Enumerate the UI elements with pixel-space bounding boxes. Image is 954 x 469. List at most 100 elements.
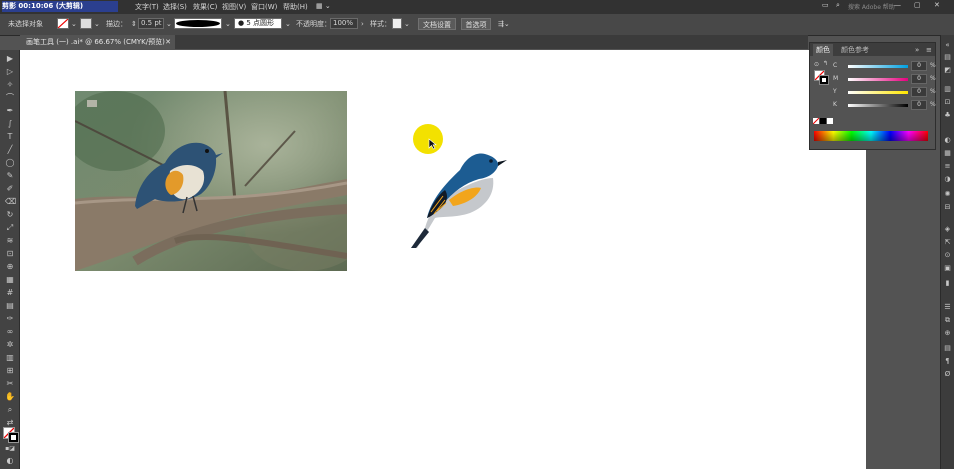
magic-wand-tool-icon[interactable]: ✧ bbox=[5, 80, 15, 90]
dock-navigator-icon[interactable]: ⊕ bbox=[943, 329, 952, 338]
symbol-sprayer-tool-icon[interactable]: ✲ bbox=[5, 340, 15, 350]
dock-gradient-icon[interactable]: ◑ bbox=[943, 175, 952, 184]
stroke-stepper-icon[interactable]: ⇕ bbox=[131, 18, 137, 30]
dock-swatches-icon[interactable]: ▦ bbox=[943, 149, 952, 158]
panel-menu-icon[interactable]: ≡ bbox=[923, 44, 935, 56]
dock-character-icon[interactable]: ▤ bbox=[943, 344, 952, 353]
shape-builder-tool-icon[interactable]: ⊕ bbox=[5, 262, 15, 272]
color-spectrum[interactable] bbox=[814, 131, 928, 141]
draw-mode-icon[interactable]: ◐ bbox=[5, 456, 15, 466]
rotate-tool-icon[interactable]: ↻ bbox=[5, 210, 15, 220]
white-swatch[interactable] bbox=[827, 118, 833, 124]
artboard-tool-icon[interactable]: ⊞ bbox=[5, 366, 15, 376]
minimize-icon[interactable]: — bbox=[894, 1, 901, 9]
default-colors-icon[interactable]: ⊙ bbox=[814, 61, 819, 68]
shaper-tool-icon[interactable]: ✐ bbox=[5, 184, 15, 194]
cyan-value-field[interactable]: 0 bbox=[911, 61, 927, 71]
fill-dropdown-icon[interactable]: ⌄ bbox=[71, 18, 77, 30]
menu-select[interactable]: 选择(S) bbox=[163, 2, 187, 12]
opacity-label[interactable]: 不透明度： bbox=[296, 18, 331, 30]
perspective-grid-tool-icon[interactable]: ▦ bbox=[5, 275, 15, 285]
menu-text[interactable]: 文字(T) bbox=[135, 2, 159, 12]
stroke-weight-field[interactable]: 0.5 pt bbox=[138, 18, 164, 29]
brush-dropdown-icon[interactable]: ⌄ bbox=[285, 18, 291, 30]
eraser-tool-icon[interactable]: ⌫ bbox=[5, 197, 16, 207]
dock-links-icon[interactable]: ⊙ bbox=[943, 251, 952, 260]
pen-tool-icon[interactable]: ✒ bbox=[5, 106, 15, 116]
paintbrush-tool-icon[interactable]: ✎ bbox=[5, 171, 15, 181]
free-transform-tool-icon[interactable]: ⊡ bbox=[5, 249, 15, 259]
black-swatch[interactable] bbox=[820, 118, 826, 124]
black-track[interactable] bbox=[848, 104, 908, 107]
profile-dropdown-icon[interactable]: ⌄ bbox=[225, 18, 231, 30]
dock-collapse-icon[interactable]: « bbox=[943, 41, 952, 50]
selection-tool-icon[interactable]: ▶ bbox=[5, 54, 15, 64]
menu-view[interactable]: 视图(V) bbox=[222, 2, 246, 12]
cyan-track[interactable] bbox=[848, 65, 908, 68]
lasso-tool-icon[interactable]: ⌒ bbox=[5, 93, 15, 103]
brush-definition[interactable]: ● 5 点圆形 bbox=[234, 18, 282, 29]
document-tab[interactable]: 画笔工具 (一) .ai* @ 66.67% (CMYK/预览) ✕ bbox=[20, 35, 175, 49]
dock-brushes-icon[interactable]: ⊟ bbox=[943, 203, 952, 212]
dock-transform-icon[interactable]: ⊡ bbox=[943, 98, 952, 107]
dock-appearance-icon[interactable]: ✺ bbox=[943, 190, 952, 199]
curvature-tool-icon[interactable]: ∫ bbox=[5, 119, 15, 129]
color-mode-icons[interactable]: ▪◪ bbox=[5, 444, 15, 454]
variable-width-profile[interactable] bbox=[174, 18, 222, 29]
yellow-track[interactable] bbox=[848, 91, 908, 94]
magenta-track[interactable] bbox=[848, 78, 908, 81]
tab-color[interactable]: 颜色 bbox=[813, 44, 833, 56]
search-icon[interactable]: ⌕ bbox=[836, 1, 840, 10]
menu-window[interactable]: 窗口(W) bbox=[251, 2, 277, 12]
none-swatch[interactable] bbox=[813, 118, 819, 124]
ellipse-tool-icon[interactable]: ◯ bbox=[5, 158, 15, 168]
stroke-dropdown-icon[interactable]: ⌄ bbox=[94, 18, 100, 30]
panel-collapse-icon[interactable]: » bbox=[912, 44, 922, 56]
stroke-color-box[interactable] bbox=[8, 432, 19, 443]
dock-export-icon[interactable]: ⇱ bbox=[943, 238, 952, 247]
dock-symbols-icon[interactable]: ♣ bbox=[943, 111, 952, 120]
blend-tool-icon[interactable]: ∞ bbox=[5, 327, 15, 337]
dock-info-icon[interactable]: ▥ bbox=[943, 85, 952, 94]
dock-properties-icon[interactable]: ▤ bbox=[943, 53, 952, 62]
graph-tool-icon[interactable]: ▥ bbox=[5, 353, 15, 363]
preferences-button[interactable]: 首选项 bbox=[461, 18, 491, 30]
fill-swatch[interactable] bbox=[57, 18, 69, 29]
eyedropper-tool-icon[interactable]: ✑ bbox=[5, 314, 15, 324]
magenta-value-field[interactable]: 0 bbox=[911, 74, 927, 84]
hand-tool-icon[interactable]: ✋ bbox=[5, 392, 15, 402]
help-search-input[interactable]: 搜索 Adobe 帮助 bbox=[848, 2, 895, 11]
dock-asset-icon[interactable]: ▣ bbox=[943, 264, 952, 273]
opacity-dropdown-icon[interactable]: › bbox=[361, 18, 364, 30]
mesh-tool-icon[interactable]: # bbox=[5, 288, 15, 298]
dock-layers-icon[interactable]: ◈ bbox=[943, 225, 952, 234]
slice-tool-icon[interactable]: ✂ bbox=[5, 379, 15, 389]
arrange-docs-icon[interactable]: ▭ bbox=[822, 1, 829, 9]
menu-effect[interactable]: 效果(C) bbox=[193, 2, 217, 12]
direct-selection-tool-icon[interactable]: ▷ bbox=[5, 67, 15, 77]
gradient-tool-icon[interactable]: ▤ bbox=[5, 301, 15, 311]
tab-color-guide[interactable]: 颜色参考 bbox=[838, 44, 872, 56]
graphic-style-swatch[interactable] bbox=[392, 18, 402, 29]
dock-color-icon[interactable]: ◐ bbox=[943, 136, 952, 145]
document-setup-button[interactable]: 文档设置 bbox=[418, 18, 456, 30]
dock-pathfinder-icon[interactable]: ⧉ bbox=[943, 316, 952, 325]
scale-tool-icon[interactable]: ⤢ bbox=[5, 223, 15, 233]
stroke-swatch[interactable] bbox=[80, 18, 92, 29]
line-tool-icon[interactable]: ╱ bbox=[5, 145, 15, 155]
close-tab-icon[interactable]: ✕ bbox=[165, 35, 171, 49]
opacity-field[interactable]: 100% bbox=[330, 18, 358, 29]
menu-help[interactable]: 帮助(H) bbox=[283, 2, 308, 12]
placed-bird-photo[interactable] bbox=[75, 91, 347, 271]
workspace-switcher-icon[interactable]: ▦ ⌄ bbox=[316, 2, 331, 10]
yellow-value-field[interactable]: 0 bbox=[911, 87, 927, 97]
zoom-tool-icon[interactable]: ⌕ bbox=[5, 405, 15, 415]
black-value-field[interactable]: 0 bbox=[911, 100, 927, 110]
type-tool-icon[interactable]: T bbox=[5, 132, 15, 142]
dock-scroll-thumb[interactable]: ▮ bbox=[943, 279, 952, 288]
stroke-weight-dropdown-icon[interactable]: ⌄ bbox=[166, 18, 172, 30]
dock-paragraph-icon[interactable]: ¶ bbox=[943, 357, 952, 366]
arrange-icon[interactable]: ⇶⌄ bbox=[498, 18, 510, 30]
dock-libraries-icon[interactable]: ◩ bbox=[943, 66, 952, 75]
dock-stroke-icon[interactable]: ≡ bbox=[943, 162, 952, 171]
